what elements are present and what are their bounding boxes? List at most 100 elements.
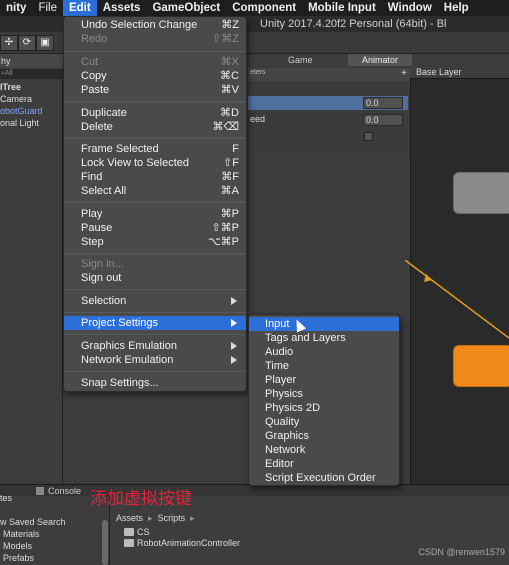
tab-game[interactable]: Game xyxy=(274,54,313,66)
menu-bar: nity File Edit Assets GameObject Compone… xyxy=(0,0,509,16)
menu-item-physics-2d[interactable]: Physics 2D xyxy=(249,401,399,415)
app-menu[interactable]: nity xyxy=(0,0,32,16)
file-label: RobotAnimationController xyxy=(137,538,241,548)
menu-item-label: Quality xyxy=(265,416,300,428)
add-parameter-icon[interactable]: + xyxy=(401,68,407,79)
menu-item-graphics[interactable]: Graphics xyxy=(249,429,399,443)
menu-item-editor[interactable]: Editor xyxy=(249,457,399,471)
folder-icon xyxy=(124,528,134,536)
menu-item-player[interactable]: Player xyxy=(249,373,399,387)
menu-item-label: Editor xyxy=(265,458,294,470)
folder-item[interactable]: w Saved Search xyxy=(0,516,66,528)
menu-help[interactable]: Help xyxy=(438,0,475,16)
menu-item-label: Script Execution Order xyxy=(265,472,376,484)
menu-file[interactable]: File xyxy=(32,0,63,16)
rotate-tool-icon[interactable]: ⟳ xyxy=(18,35,36,51)
submenu-arrow-icon xyxy=(231,319,237,327)
parameter-value-field[interactable]: 0.0 xyxy=(363,114,403,126)
menu-item-redo[interactable]: Redo ⇧⌘Z xyxy=(64,32,246,46)
folder-item[interactable]: Models xyxy=(3,540,32,552)
menu-mobile-input[interactable]: Mobile Input xyxy=(302,0,382,16)
watermark: CSDN @renwen1579 xyxy=(418,547,505,557)
menu-item-quality[interactable]: Quality xyxy=(249,415,399,429)
menu-gameobject[interactable]: GameObject xyxy=(146,0,226,16)
view-tabs: Game Animator xyxy=(248,54,509,66)
parameter-row[interactable]: eed 0.0 xyxy=(248,113,408,127)
menu-item-input[interactable]: Input xyxy=(249,317,399,331)
menu-item-pause[interactable]: Pause ⇧⌘P xyxy=(64,221,246,235)
parameter-row[interactable] xyxy=(248,130,408,144)
menu-edit[interactable]: Edit xyxy=(62,0,97,16)
parameter-value-field[interactable]: 0.0 xyxy=(363,97,403,109)
menu-item-network-emulation[interactable]: Network Emulation xyxy=(64,353,246,367)
menu-item-sign-in[interactable]: Sign in... xyxy=(64,257,246,271)
menu-item-find[interactable]: Find ⌘F xyxy=(64,170,246,184)
menu-item-play[interactable]: Play ⌘P xyxy=(64,207,246,221)
animator-default-state-node[interactable] xyxy=(453,345,509,387)
submenu-arrow-icon xyxy=(231,342,237,350)
menu-item-project-settings[interactable]: Project Settings xyxy=(64,316,246,330)
menu-item-duplicate[interactable]: Duplicate ⌘D xyxy=(64,106,246,120)
menu-item-time[interactable]: Time xyxy=(249,359,399,373)
hierarchy-item[interactable]: Camera xyxy=(0,93,63,105)
menu-item-cut[interactable]: Cut ⌘X xyxy=(64,55,246,69)
breadcrumb-assets[interactable]: Assets xyxy=(116,513,143,523)
submenu-arrow-icon xyxy=(231,297,237,305)
scrollbar[interactable] xyxy=(102,520,108,565)
menu-item-step[interactable]: Step ⌥⌘P xyxy=(64,235,246,249)
menu-item-undo[interactable]: Undo Selection Change ⌘Z xyxy=(64,18,246,32)
folder-item[interactable]: tes xyxy=(0,492,12,504)
menu-item-label: Graphics xyxy=(265,430,310,442)
animator-header: Base Layer xyxy=(410,66,509,79)
hierarchy-panel: hy ⌕All lTree Camera obotGuard onal Ligh… xyxy=(0,54,63,484)
menu-window[interactable]: Window xyxy=(382,0,438,16)
menu-assets[interactable]: Assets xyxy=(97,0,147,16)
menu-separator xyxy=(64,253,246,254)
project-settings-submenu: Input Tags and Layers Audio Time Player … xyxy=(248,314,400,486)
menu-item-network[interactable]: Network xyxy=(249,443,399,457)
menu-item-selection[interactable]: Selection xyxy=(64,294,246,308)
hierarchy-search[interactable]: ⌕All xyxy=(0,69,62,79)
menu-item-graphics-emulation[interactable]: Graphics Emulation xyxy=(64,339,246,353)
tab-animator[interactable]: Animator xyxy=(348,54,412,66)
file-label: CS xyxy=(137,527,150,537)
console-icon xyxy=(36,487,44,495)
move-tool-icon[interactable]: ✢ xyxy=(0,35,18,51)
menu-item-snap-settings[interactable]: Snap Settings... xyxy=(64,376,246,390)
edit-menu: Undo Selection Change ⌘Z Redo ⇧⌘Z Cut ⌘X Co… xyxy=(63,16,247,392)
menu-item-label: Audio xyxy=(265,346,294,358)
menu-item-sign-out[interactable]: Sign out xyxy=(64,271,246,285)
hierarchy-item[interactable]: onal Light xyxy=(0,117,63,129)
menu-component[interactable]: Component xyxy=(226,0,302,16)
animator-state-node[interactable] xyxy=(453,172,509,214)
menu-item-label: Time xyxy=(265,360,290,372)
menu-item-script-execution-order[interactable]: Script Execution Order xyxy=(249,471,399,485)
hierarchy-item[interactable]: obotGuard xyxy=(0,105,63,117)
folder-item[interactable]: Materials xyxy=(3,528,40,540)
menu-item-frame-selected[interactable]: Frame Selected F xyxy=(64,142,246,156)
hierarchy-item[interactable]: lTree xyxy=(0,81,63,93)
menu-item-lock-view[interactable]: Lock View to Selected ⇧F xyxy=(64,156,246,170)
menu-separator xyxy=(64,312,246,313)
breadcrumb-separator-icon: ▸ xyxy=(145,513,156,523)
menu-item-select-all[interactable]: Select All ⌘A xyxy=(64,184,246,198)
menu-item-label: Tags and Layers xyxy=(265,332,346,344)
script-icon xyxy=(124,539,134,547)
parameter-row[interactable]: 0.0 xyxy=(248,96,408,110)
menu-item-physics[interactable]: Physics xyxy=(249,387,399,401)
parameter-checkbox[interactable] xyxy=(364,132,373,141)
breadcrumb-scripts[interactable]: Scripts xyxy=(158,513,186,523)
menu-item-delete[interactable]: Delete ⌘⌫ xyxy=(64,120,246,134)
menu-item-label: Physics xyxy=(265,388,303,400)
breadcrumb-separator-icon: ▸ xyxy=(187,513,195,523)
scale-tool-icon[interactable]: ▣ xyxy=(36,35,54,51)
hierarchy-tab[interactable]: hy xyxy=(0,54,63,68)
file-item[interactable]: RobotAnimationController xyxy=(124,537,240,549)
layer-label[interactable]: Base Layer xyxy=(416,67,462,77)
menu-item-tags-and-layers[interactable]: Tags and Layers xyxy=(249,331,399,345)
menu-item-audio[interactable]: Audio xyxy=(249,345,399,359)
folder-item[interactable]: Prefabs xyxy=(3,552,34,564)
menu-item-paste[interactable]: Paste ⌘V xyxy=(64,83,246,97)
menu-item-copy[interactable]: Copy ⌘C xyxy=(64,69,246,83)
transition-line xyxy=(404,260,509,339)
